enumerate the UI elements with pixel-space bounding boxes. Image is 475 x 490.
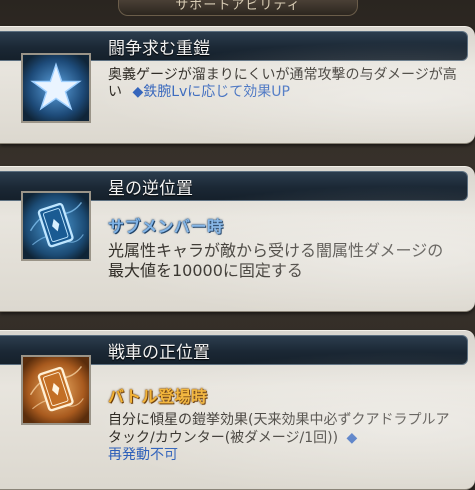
hint-text: ◆鉄腕Lvに応じて効果UP — [132, 84, 290, 100]
description-text: 自分に傾星の鎧挙効果(天来効果中必ずクアドラプルアタック/カウンター(被ダメージ… — [108, 412, 450, 446]
screen-banner: サポートアビリティ — [118, 0, 358, 16]
ability-title: 戦車の正位置 — [108, 343, 210, 363]
ability-description: 光属性キャラが敵から受ける闇属性ダメージの最大値を10000に固定する — [108, 241, 457, 281]
hint-text: ◆ — [346, 430, 358, 446]
ability-card-3[interactable]: 戦車の正位置 バトル登場時 自分に傾星の鎧挙効果(天来効果中必ずクアドラプルアタ… — [0, 330, 475, 490]
ability-card-1[interactable]: 闘争求む重鎧 奥義ゲージが溜まりにくいが通常攻撃の与ダメージが高い ◆鉄腕Lvに… — [0, 26, 475, 144]
ability-description: 自分に傾星の鎧挙効果(天来効果中必ずクアドラプルアタック/カウンター(被ダメージ… — [108, 411, 457, 447]
description-text: 光属性キャラが敵から受ける闇属性ダメージの最大値を10000に固定する — [108, 241, 444, 280]
ability-card-2[interactable]: 星の逆位置 サブメンバー時 光属性キャラが敵から受ける闇属性ダメージの最大値を1… — [0, 166, 475, 312]
ability-title: 闘争求む重鎧 — [108, 39, 210, 59]
tarot-card-icon — [21, 191, 91, 261]
condition-label: バトル登場時 — [108, 387, 208, 406]
star-icon — [21, 53, 91, 123]
ability-title: 星の逆位置 — [108, 179, 193, 199]
note-text: 再発動不可 — [108, 447, 178, 463]
condition-label: サブメンバー時 — [108, 217, 224, 236]
tarot-card-icon — [21, 355, 91, 425]
ability-description: 奥義ゲージが溜まりにくいが通常攻撃の与ダメージが高い ◆鉄腕Lvに応じて効果UP — [108, 67, 457, 101]
